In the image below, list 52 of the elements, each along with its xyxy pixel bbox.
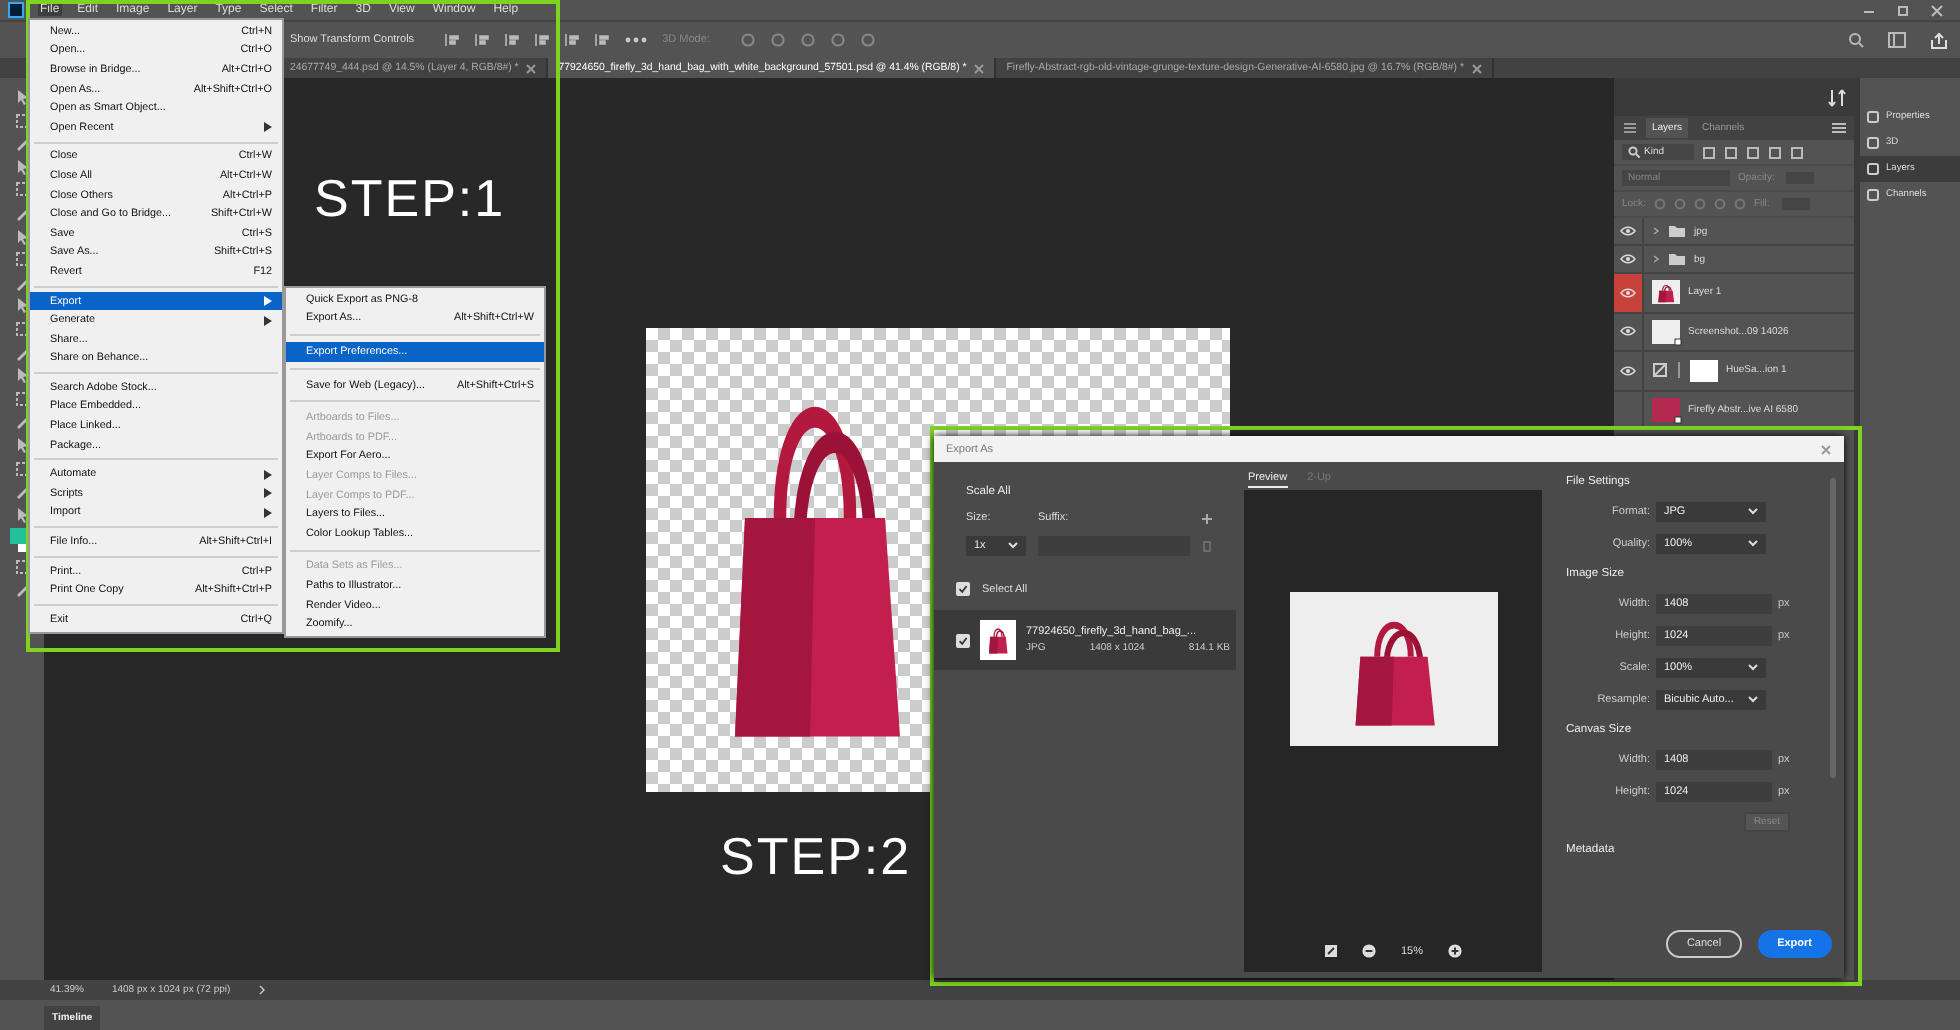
submenu-arrow-icon: [264, 122, 272, 133]
zoom-in-icon[interactable]: [1447, 944, 1461, 958]
smart-object-icon: [1674, 337, 1682, 346]
close-icon[interactable]: [1820, 443, 1832, 455]
chevron-icon[interactable]: [258, 984, 267, 996]
chevron-down-icon: [1008, 542, 1018, 550]
eye-icon: [1620, 287, 1636, 298]
fit-screen-icon[interactable]: [1324, 944, 1339, 958]
adjustment-layer-icon: [1652, 362, 1668, 379]
eye-icon: [1620, 226, 1636, 236]
chevron-down-icon: [1748, 664, 1758, 672]
share-icon[interactable]: [1930, 31, 1948, 49]
add-icon[interactable]: [1202, 513, 1212, 523]
align-icon[interactable]: [564, 32, 581, 48]
align-icon[interactable]: [504, 32, 521, 48]
menu-icon[interactable]: [1832, 122, 1846, 134]
chevron-icon[interactable]: [1652, 226, 1660, 236]
more-options-icon[interactable]: [624, 34, 649, 46]
close-icon[interactable]: [974, 63, 985, 73]
search-icon: [1628, 146, 1640, 158]
close-icon[interactable]: [1471, 63, 1482, 73]
layer-mask-thumbnail: [1690, 359, 1718, 382]
chevron-icon[interactable]: [1652, 254, 1660, 264]
chevron-down-icon: [1748, 508, 1758, 516]
close-icon[interactable]: [1930, 3, 1944, 17]
search-icon[interactable]: [1848, 32, 1864, 48]
checkbox[interactable]: [956, 582, 970, 596]
checkmark-icon: [958, 584, 968, 594]
workspace-icon[interactable]: [1888, 32, 1906, 48]
chevron-down-icon: [1748, 696, 1758, 704]
align-icon[interactable]: [474, 32, 491, 48]
step-label: STEP:1: [314, 168, 506, 230]
close-icon[interactable]: [526, 63, 537, 73]
align-icon[interactable]: [444, 32, 461, 48]
checkbox[interactable]: [956, 633, 970, 647]
smart-object-icon: [1674, 415, 1682, 424]
align-icon[interactable]: [534, 32, 551, 48]
eye-icon: [1620, 254, 1636, 264]
chevron-down-icon: [1748, 540, 1758, 548]
arrange-icon[interactable]: [1828, 87, 1848, 107]
layer-visibility-toggle[interactable]: [1614, 274, 1644, 311]
align-icon[interactable]: [594, 32, 611, 48]
collapse-icon[interactable]: [1622, 122, 1638, 134]
step-label: STEP:2: [720, 826, 912, 888]
foreground-color-swatch[interactable]: [10, 528, 26, 545]
app-logo-icon[interactable]: [8, 2, 24, 18]
zoom-out-icon[interactable]: [1362, 944, 1377, 958]
link-icon: [1676, 362, 1682, 379]
restore-icon[interactable]: [1896, 3, 1910, 17]
checkmark-icon: [958, 635, 968, 645]
eye-icon: [1620, 365, 1636, 376]
eye-icon: [1620, 326, 1636, 337]
